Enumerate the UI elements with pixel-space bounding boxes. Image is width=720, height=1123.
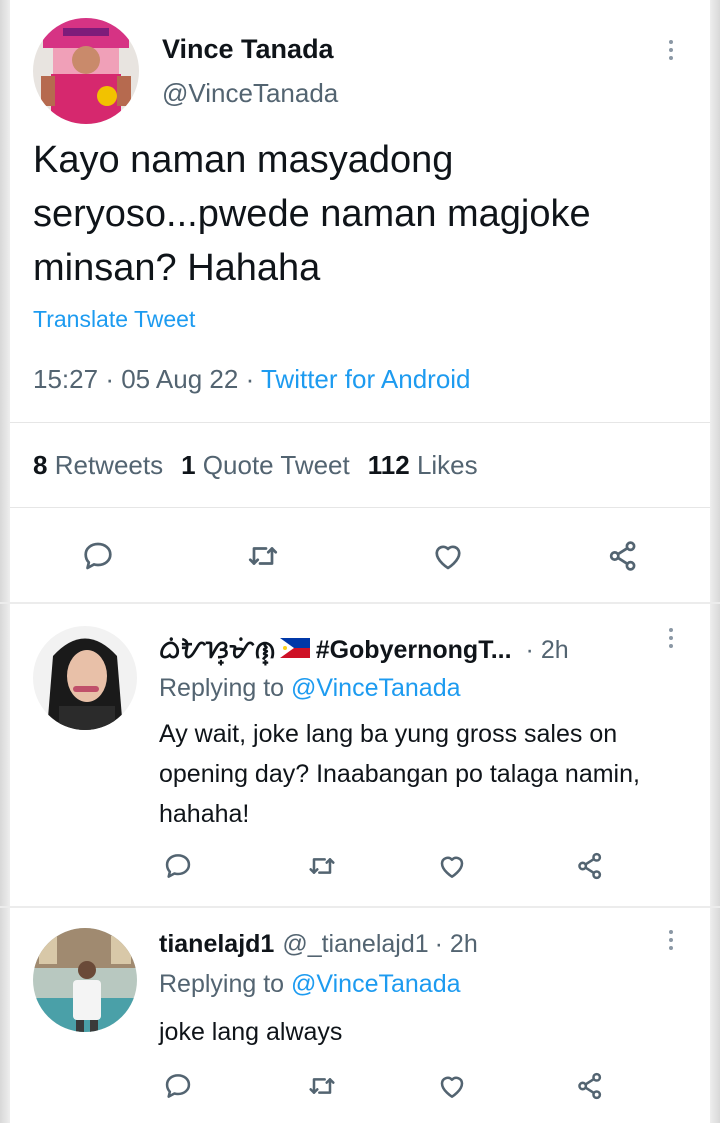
retweet-icon[interactable] [302,1068,342,1104]
author-handle[interactable]: @VinceTanada [162,78,338,109]
tweet-actions [0,536,720,576]
replying-to: Replying to @VinceTanada [159,674,461,702]
reply-time[interactable]: · 2h [435,930,478,959]
heart-icon[interactable] [428,536,468,576]
tweet-meta: 15:27 · 05 Aug 22 · Twitter for Android [33,364,471,394]
heart-icon[interactable] [432,1068,472,1104]
tweet-stats: 8 Retweets 1 Quote Tweet 112 Likes [33,450,478,481]
reply-icon[interactable] [158,848,198,884]
reply-author-avatar[interactable] [33,626,137,730]
divider [10,507,710,508]
reply-icon[interactable] [158,1068,198,1104]
replying-to: Replying to @VinceTanada [159,970,461,998]
reply-author-name[interactable]: tianelajd1 [159,930,274,959]
reply-text: joke lang always [159,1018,343,1046]
tweet-source-link[interactable]: Twitter for Android [261,364,471,394]
likes-stat[interactable]: 112 Likes [368,450,478,480]
share-icon[interactable] [603,536,643,576]
reply-text: Ay wait, joke lang ba yung gross sales o… [159,720,640,828]
heart-icon[interactable] [432,848,472,884]
more-icon[interactable] [669,930,673,950]
tweet-time: 15:27 [33,364,99,394]
reply-author-name[interactable]: ᜊᜒᜀᜐ᜔ᜋᜒᜈ᜔ [159,632,276,666]
replying-to-mention[interactable]: @VinceTanada [291,674,460,702]
more-icon[interactable] [669,628,673,648]
divider [10,422,710,423]
translate-tweet-link[interactable]: Translate Tweet [33,306,195,333]
author-name[interactable]: Vince Tanada [162,34,334,65]
reply-author-handle[interactable]: @_tianelajd1 [282,930,428,959]
retweet-icon[interactable] [243,536,283,576]
main-tweet: Vince Tanada @VinceTanada Kayo naman mas… [0,0,720,605]
share-icon[interactable] [570,1068,610,1104]
reply-tweet[interactable]: tianelajd1 @_tianelajd1 · 2h Replying to… [0,908,720,1123]
reply-author-hashtag[interactable]: #GobyernongT... [316,636,512,665]
tweet-date: 05 Aug 22 [121,364,239,394]
reply-icon[interactable] [78,536,118,576]
more-icon[interactable] [669,40,673,60]
replying-to-mention[interactable]: @VinceTanada [291,970,460,998]
reply-author-row: tianelajd1 @_tianelajd1 · 2h [159,930,478,959]
reply-tweet[interactable]: ᜊᜒᜀᜐ᜔ᜋᜒᜈ᜔ #GobyernongT... · 2h Replying … [0,604,720,906]
reply-author-row: ᜊᜒᜀᜐ᜔ᜋᜒᜈ᜔ #GobyernongT... · 2h [159,632,569,666]
tweet-text: Kayo naman masyadong seryoso...pwede nam… [33,139,591,289]
author-avatar[interactable] [33,18,139,124]
reply-time[interactable]: · 2h [526,636,569,665]
retweets-stat[interactable]: 8 Retweets [33,450,163,480]
reply-author-avatar[interactable] [33,928,137,1032]
retweet-icon[interactable] [302,848,342,884]
quote-tweets-stat[interactable]: 1 Quote Tweet [181,450,350,480]
share-icon[interactable] [570,848,610,884]
philippines-flag-icon [279,636,310,658]
